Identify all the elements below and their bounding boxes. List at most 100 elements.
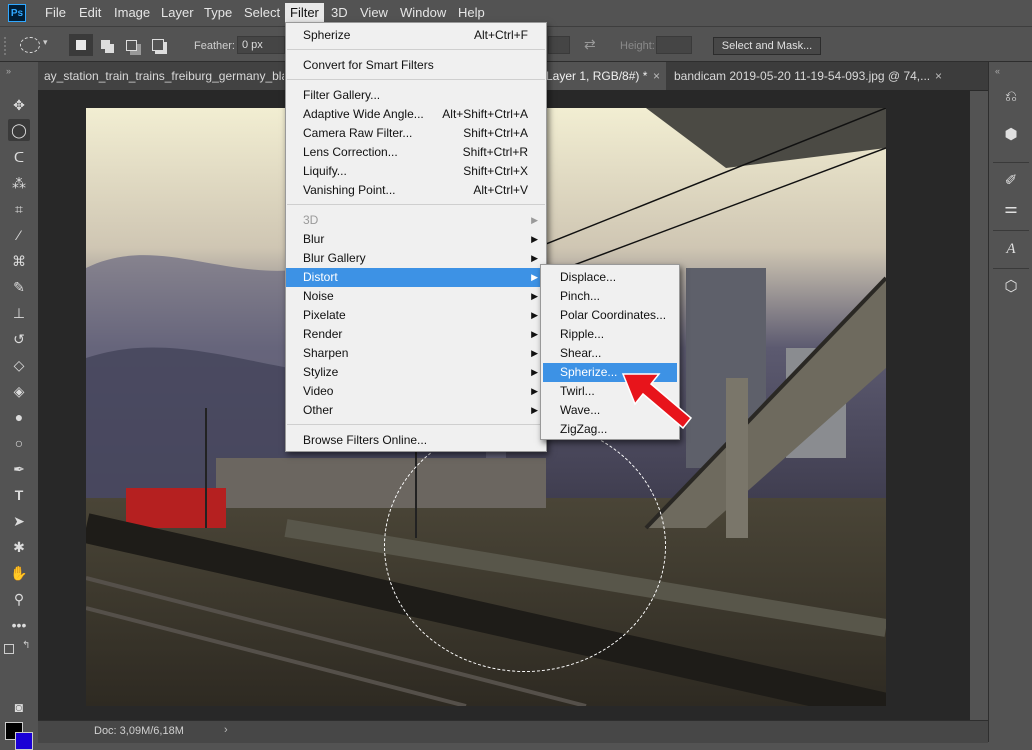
tab-document-1[interactable]: ay_station_train_trains_freiburg_germany…: [38, 62, 284, 90]
height-field[interactable]: [656, 36, 692, 54]
distort-item-polar-coordinates[interactable]: Polar Coordinates...: [541, 306, 679, 325]
chevron-down-icon[interactable]: ▾: [43, 37, 48, 48]
eraser-tool-icon[interactable]: ◇: [8, 354, 30, 376]
filter-menu-item-adaptive-wide-angle[interactable]: Adaptive Wide Angle... Alt+Shift+Ctrl+A: [286, 105, 546, 124]
background-color-swatch[interactable]: [15, 732, 33, 750]
distort-item-ripple[interactable]: Ripple...: [541, 325, 679, 344]
status-bar: Doc: 3,09M/6,18M ›: [38, 720, 988, 743]
filter-menu-dropdown: Spherize Alt+Ctrl+F Convert for Smart Fi…: [285, 22, 547, 452]
healing-brush-tool-icon[interactable]: ⌘: [8, 250, 30, 272]
menu-filter[interactable]: Filter: [285, 3, 324, 23]
move-tool-icon[interactable]: ✥: [8, 94, 30, 116]
quick-mask-icon[interactable]: ◙: [8, 696, 30, 718]
subtract-selection-icon[interactable]: [126, 40, 137, 51]
submenu-arrow-icon: ▶: [531, 348, 538, 358]
swap-icon[interactable]: ⇄: [584, 36, 596, 53]
dodge-tool-icon[interactable]: ○: [8, 432, 30, 454]
history-panel-icon[interactable]: ⎌: [1000, 86, 1022, 108]
menu-image[interactable]: Image: [109, 0, 155, 26]
shape-tool-icon[interactable]: ✱: [8, 536, 30, 558]
lasso-tool-icon[interactable]: ᑕ: [8, 146, 30, 168]
feather-field[interactable]: 0 px: [237, 36, 285, 54]
adjustments-panel-icon[interactable]: ⚌: [1000, 198, 1022, 220]
elliptical-marquee-tool-icon[interactable]: ◯: [8, 119, 30, 141]
filter-menu-item-other[interactable]: Other ▶: [286, 401, 546, 420]
close-icon[interactable]: ×: [935, 62, 942, 90]
menu-separator: [287, 204, 545, 205]
menu-type[interactable]: Type: [199, 0, 237, 26]
layers-3d-icon[interactable]: ⬡: [1000, 276, 1022, 298]
eyedropper-tool-icon[interactable]: ⁄: [8, 224, 30, 246]
collapse-panels-icon[interactable]: «: [995, 66, 1000, 76]
panel-separator: [993, 230, 1029, 231]
add-selection-icon[interactable]: [101, 40, 110, 49]
character-panel-icon[interactable]: A: [1000, 238, 1022, 260]
select-and-mask-button[interactable]: Select and Mask...: [713, 37, 821, 55]
filter-menu-item-3d: 3D ▶: [286, 211, 546, 230]
paint-bucket-tool-icon[interactable]: ◈: [8, 380, 30, 402]
new-selection-button[interactable]: [69, 34, 93, 56]
filter-menu-item-blur[interactable]: Blur ▶: [286, 230, 546, 249]
collapse-icon[interactable]: »: [6, 66, 11, 76]
elliptical-marquee-icon[interactable]: [20, 37, 40, 53]
filter-menu-item-camera-raw[interactable]: Camera Raw Filter... Shift+Ctrl+A: [286, 124, 546, 143]
menu-separator: [287, 79, 545, 80]
filter-menu-item-sharpen[interactable]: Sharpen ▶: [286, 344, 546, 363]
menu-file[interactable]: File: [40, 0, 71, 26]
filter-menu-item-pixelate[interactable]: Pixelate ▶: [286, 306, 546, 325]
clone-stamp-tool-icon[interactable]: ⊥: [8, 302, 30, 324]
menu-edit[interactable]: Edit: [74, 0, 106, 26]
swap-colors-icon[interactable]: ↰: [22, 640, 30, 651]
chevron-right-icon[interactable]: ›: [224, 724, 228, 736]
type-tool-icon[interactable]: T: [8, 484, 30, 506]
filter-menu-item-vanishing-point[interactable]: Vanishing Point... Alt+Ctrl+V: [286, 181, 546, 200]
filter-menu-item-blur-gallery[interactable]: Blur Gallery ▶: [286, 249, 546, 268]
document-size-status: Doc: 3,09M/6,18M: [94, 725, 184, 737]
panel-separator: [993, 162, 1029, 163]
crop-tool-icon[interactable]: ⌗: [8, 198, 30, 220]
path-selection-tool-icon[interactable]: ➤: [8, 510, 30, 532]
tab-document-active[interactable]: Layer 1, RGB/8#) * ×: [540, 62, 666, 90]
width-field[interactable]: [548, 36, 570, 54]
menu-select[interactable]: Select: [239, 0, 285, 26]
submenu-arrow-icon: ▶: [531, 234, 538, 244]
filter-menu-item-browse-online[interactable]: Browse Filters Online...: [286, 431, 546, 450]
filter-menu-item-render[interactable]: Render ▶: [286, 325, 546, 344]
tab-title: ay_station_train_trains_freiburg_germany…: [44, 69, 284, 83]
brush-tool-icon[interactable]: ✎: [8, 276, 30, 298]
magic-wand-tool-icon[interactable]: ⁂: [8, 172, 30, 194]
distort-item-pinch[interactable]: Pinch...: [541, 287, 679, 306]
submenu-arrow-icon: ▶: [531, 405, 538, 415]
filter-menu-item-filter-gallery[interactable]: Filter Gallery...: [286, 86, 546, 105]
intersect-selection-icon[interactable]: [152, 39, 164, 51]
filter-menu-item-video[interactable]: Video ▶: [286, 382, 546, 401]
hand-tool-icon[interactable]: ✋: [8, 562, 30, 584]
distort-item-displace[interactable]: Displace...: [541, 268, 679, 287]
menu-layer[interactable]: Layer: [156, 0, 199, 26]
filter-menu-item-liquify[interactable]: Liquify... Shift+Ctrl+X: [286, 162, 546, 181]
submenu-arrow-icon: ▶: [531, 310, 538, 320]
tab-document-2[interactable]: bandicam 2019-05-20 11-19-54-093.jpg @ 7…: [668, 62, 948, 90]
brush-panel-icon[interactable]: ✐: [1000, 170, 1022, 192]
more-tools-icon[interactable]: •••: [8, 614, 30, 636]
filter-menu-item-stylize[interactable]: Stylize ▶: [286, 363, 546, 382]
filter-menu-item-lens-correction[interactable]: Lens Correction... Shift+Ctrl+R: [286, 143, 546, 162]
3d-panel-icon[interactable]: ⬢: [1000, 124, 1022, 146]
submenu-arrow-icon: ▶: [531, 215, 538, 225]
blur-tool-icon[interactable]: ●: [8, 406, 30, 428]
filter-menu-item-noise[interactable]: Noise ▶: [286, 287, 546, 306]
feather-value: 0 px: [242, 39, 263, 51]
right-panel-dock: « ⎌ ⬢ ✐ ⚌ A ⬡: [988, 62, 1032, 742]
filter-menu-item-distort[interactable]: Distort ▶: [286, 268, 546, 287]
submenu-arrow-icon: ▶: [531, 272, 538, 282]
filter-menu-item-spherize-last[interactable]: Spherize Alt+Ctrl+F: [286, 26, 546, 45]
pen-tool-icon[interactable]: ✒: [8, 458, 30, 480]
default-colors-icon[interactable]: [4, 644, 14, 654]
submenu-arrow-icon: ▶: [531, 253, 538, 263]
zoom-tool-icon[interactable]: ⚲: [8, 588, 30, 610]
menu-separator: [287, 424, 545, 425]
history-brush-tool-icon[interactable]: ↺: [8, 328, 30, 350]
submenu-arrow-icon: ▶: [531, 329, 538, 339]
close-icon[interactable]: ×: [653, 62, 660, 90]
filter-menu-item-convert-smart[interactable]: Convert for Smart Filters: [286, 56, 546, 75]
